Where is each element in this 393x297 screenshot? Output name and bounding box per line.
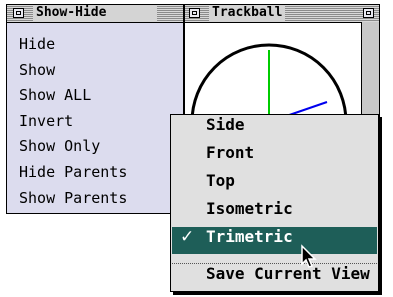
menu-item-isometric[interactable]: Isometric — [172, 199, 377, 226]
window-title: Show-Hide — [33, 5, 157, 22]
menu-item-top[interactable]: Top — [172, 171, 377, 198]
menu-item-side[interactable]: Side — [172, 115, 377, 142]
show-hide-titlebar[interactable]: Show-Hide — [7, 5, 183, 23]
view-popup-menu: Side Front Top Isometric ✓ Trimetric Sav… — [170, 114, 379, 292]
trackball-scrollbar[interactable] — [361, 22, 379, 127]
invert-item[interactable]: Invert — [19, 109, 127, 135]
hide-parents-item[interactable]: Hide Parents — [19, 160, 127, 186]
zoom-box-icon[interactable] — [363, 8, 374, 18]
menu-item-trimetric[interactable]: ✓ Trimetric — [172, 227, 377, 254]
menu-item-save-current-view[interactable]: Save Current View — [172, 264, 377, 291]
show-all-item[interactable]: Show ALL — [19, 83, 127, 109]
checkmark-icon: ✓ — [180, 227, 195, 247]
close-box-icon[interactable] — [13, 8, 24, 18]
trackball-window: Trackball — [184, 4, 380, 128]
menu-item-front[interactable]: Front — [172, 143, 377, 170]
show-only-item[interactable]: Show Only — [19, 134, 127, 160]
hide-item[interactable]: Hide — [19, 32, 127, 58]
window-title: Trackball — [209, 5, 286, 22]
menu-item-label: Trimetric — [206, 227, 293, 246]
show-hide-list: Hide Show Show ALL Invert Show Only Hide… — [19, 32, 127, 211]
trackball-titlebar[interactable]: Trackball — [185, 5, 379, 23]
close-box-icon[interactable] — [189, 8, 200, 18]
show-parents-item[interactable]: Show Parents — [19, 186, 127, 212]
trackball-canvas[interactable] — [185, 22, 380, 128]
show-item[interactable]: Show — [19, 58, 127, 84]
arrow-cursor-icon — [301, 244, 317, 268]
show-hide-window: Show-Hide Hide Show Show ALL Invert Show… — [6, 4, 184, 214]
